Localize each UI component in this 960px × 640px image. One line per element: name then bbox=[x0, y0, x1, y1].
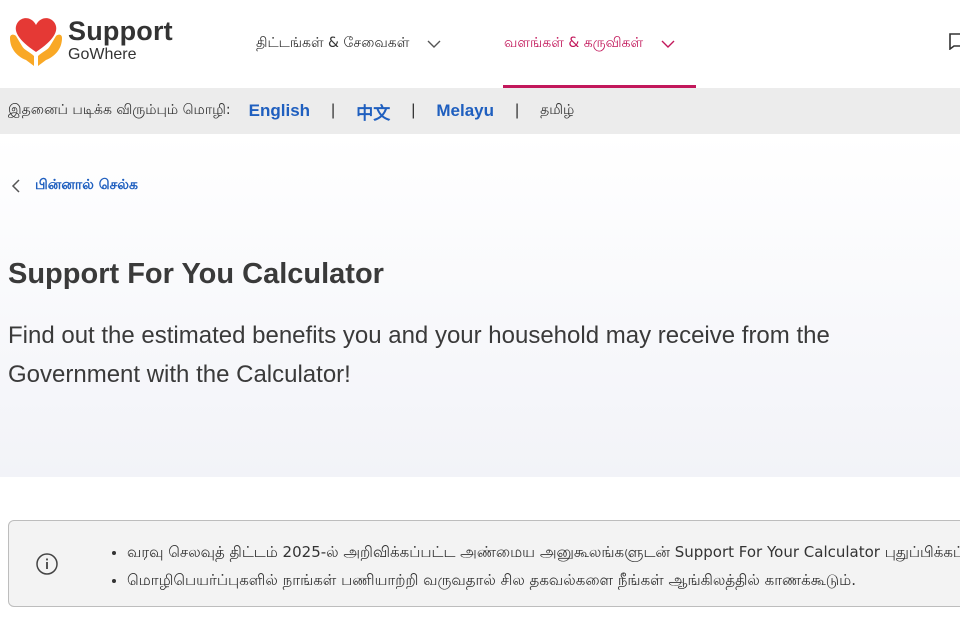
back-label: பின்னால் செல்க bbox=[35, 177, 138, 193]
logo-title: Support bbox=[68, 16, 173, 46]
notice-list: வரவு செலவுத் திட்டம் 2025-ல் அறிவிக்கப்ப… bbox=[109, 539, 960, 595]
page-title: Support For You Calculator bbox=[8, 258, 384, 290]
chevron-down-icon bbox=[661, 40, 675, 48]
notice-item: மொழிபெயர்ப்புகளில் நாங்கள் பணியாற்றி வரு… bbox=[127, 567, 960, 595]
hero-section: பின்னால் செல்க Support For You Calculato… bbox=[0, 134, 960, 477]
info-icon bbox=[36, 553, 58, 575]
site-header: Support GoWhere திட்டங்கள் & சேவைகள் வளங… bbox=[0, 0, 960, 88]
lang-malay-link[interactable]: Melayu bbox=[436, 101, 494, 121]
chevron-left-icon bbox=[11, 179, 20, 193]
lang-separator: | bbox=[331, 102, 336, 119]
nav-schemes-services[interactable]: திட்டங்கள் & சேவைகள் bbox=[256, 0, 441, 88]
lang-tamil-current: தமிழ் bbox=[540, 102, 575, 118]
nav-label: திட்டங்கள் & சேவைகள் bbox=[256, 35, 410, 51]
back-link[interactable]: பின்னால் செல்க bbox=[10, 177, 138, 195]
feedback-icon[interactable] bbox=[948, 30, 960, 50]
language-bar: இதனைப் படிக்க விரும்பும் மொழி: English |… bbox=[0, 88, 960, 134]
lang-separator: | bbox=[411, 102, 416, 119]
notice-item: வரவு செலவுத் திட்டம் 2025-ல் அறிவிக்கப்ப… bbox=[127, 539, 960, 567]
heart-hands-icon bbox=[10, 18, 62, 66]
nav-label: வளங்கள் & கருவிகள் bbox=[504, 35, 644, 51]
info-notice: வரவு செலவுத் திட்டம் 2025-ல் அறிவிக்கப்ப… bbox=[8, 520, 960, 607]
lang-english-link[interactable]: English bbox=[249, 101, 310, 121]
support-gowhere-logo[interactable]: Support GoWhere bbox=[8, 12, 178, 68]
lang-separator: | bbox=[515, 102, 520, 119]
chevron-down-icon bbox=[427, 40, 441, 48]
language-prompt: இதனைப் படிக்க விரும்பும் மொழி: bbox=[8, 102, 231, 118]
page-description: Find out the estimated benefits you and … bbox=[8, 322, 830, 388]
logo-subtitle: GoWhere bbox=[68, 46, 137, 63]
nav-resources-tools[interactable]: வளங்கள் & கருவிகள் bbox=[504, 0, 675, 88]
lang-chinese-link[interactable]: 中文 bbox=[356, 99, 390, 124]
